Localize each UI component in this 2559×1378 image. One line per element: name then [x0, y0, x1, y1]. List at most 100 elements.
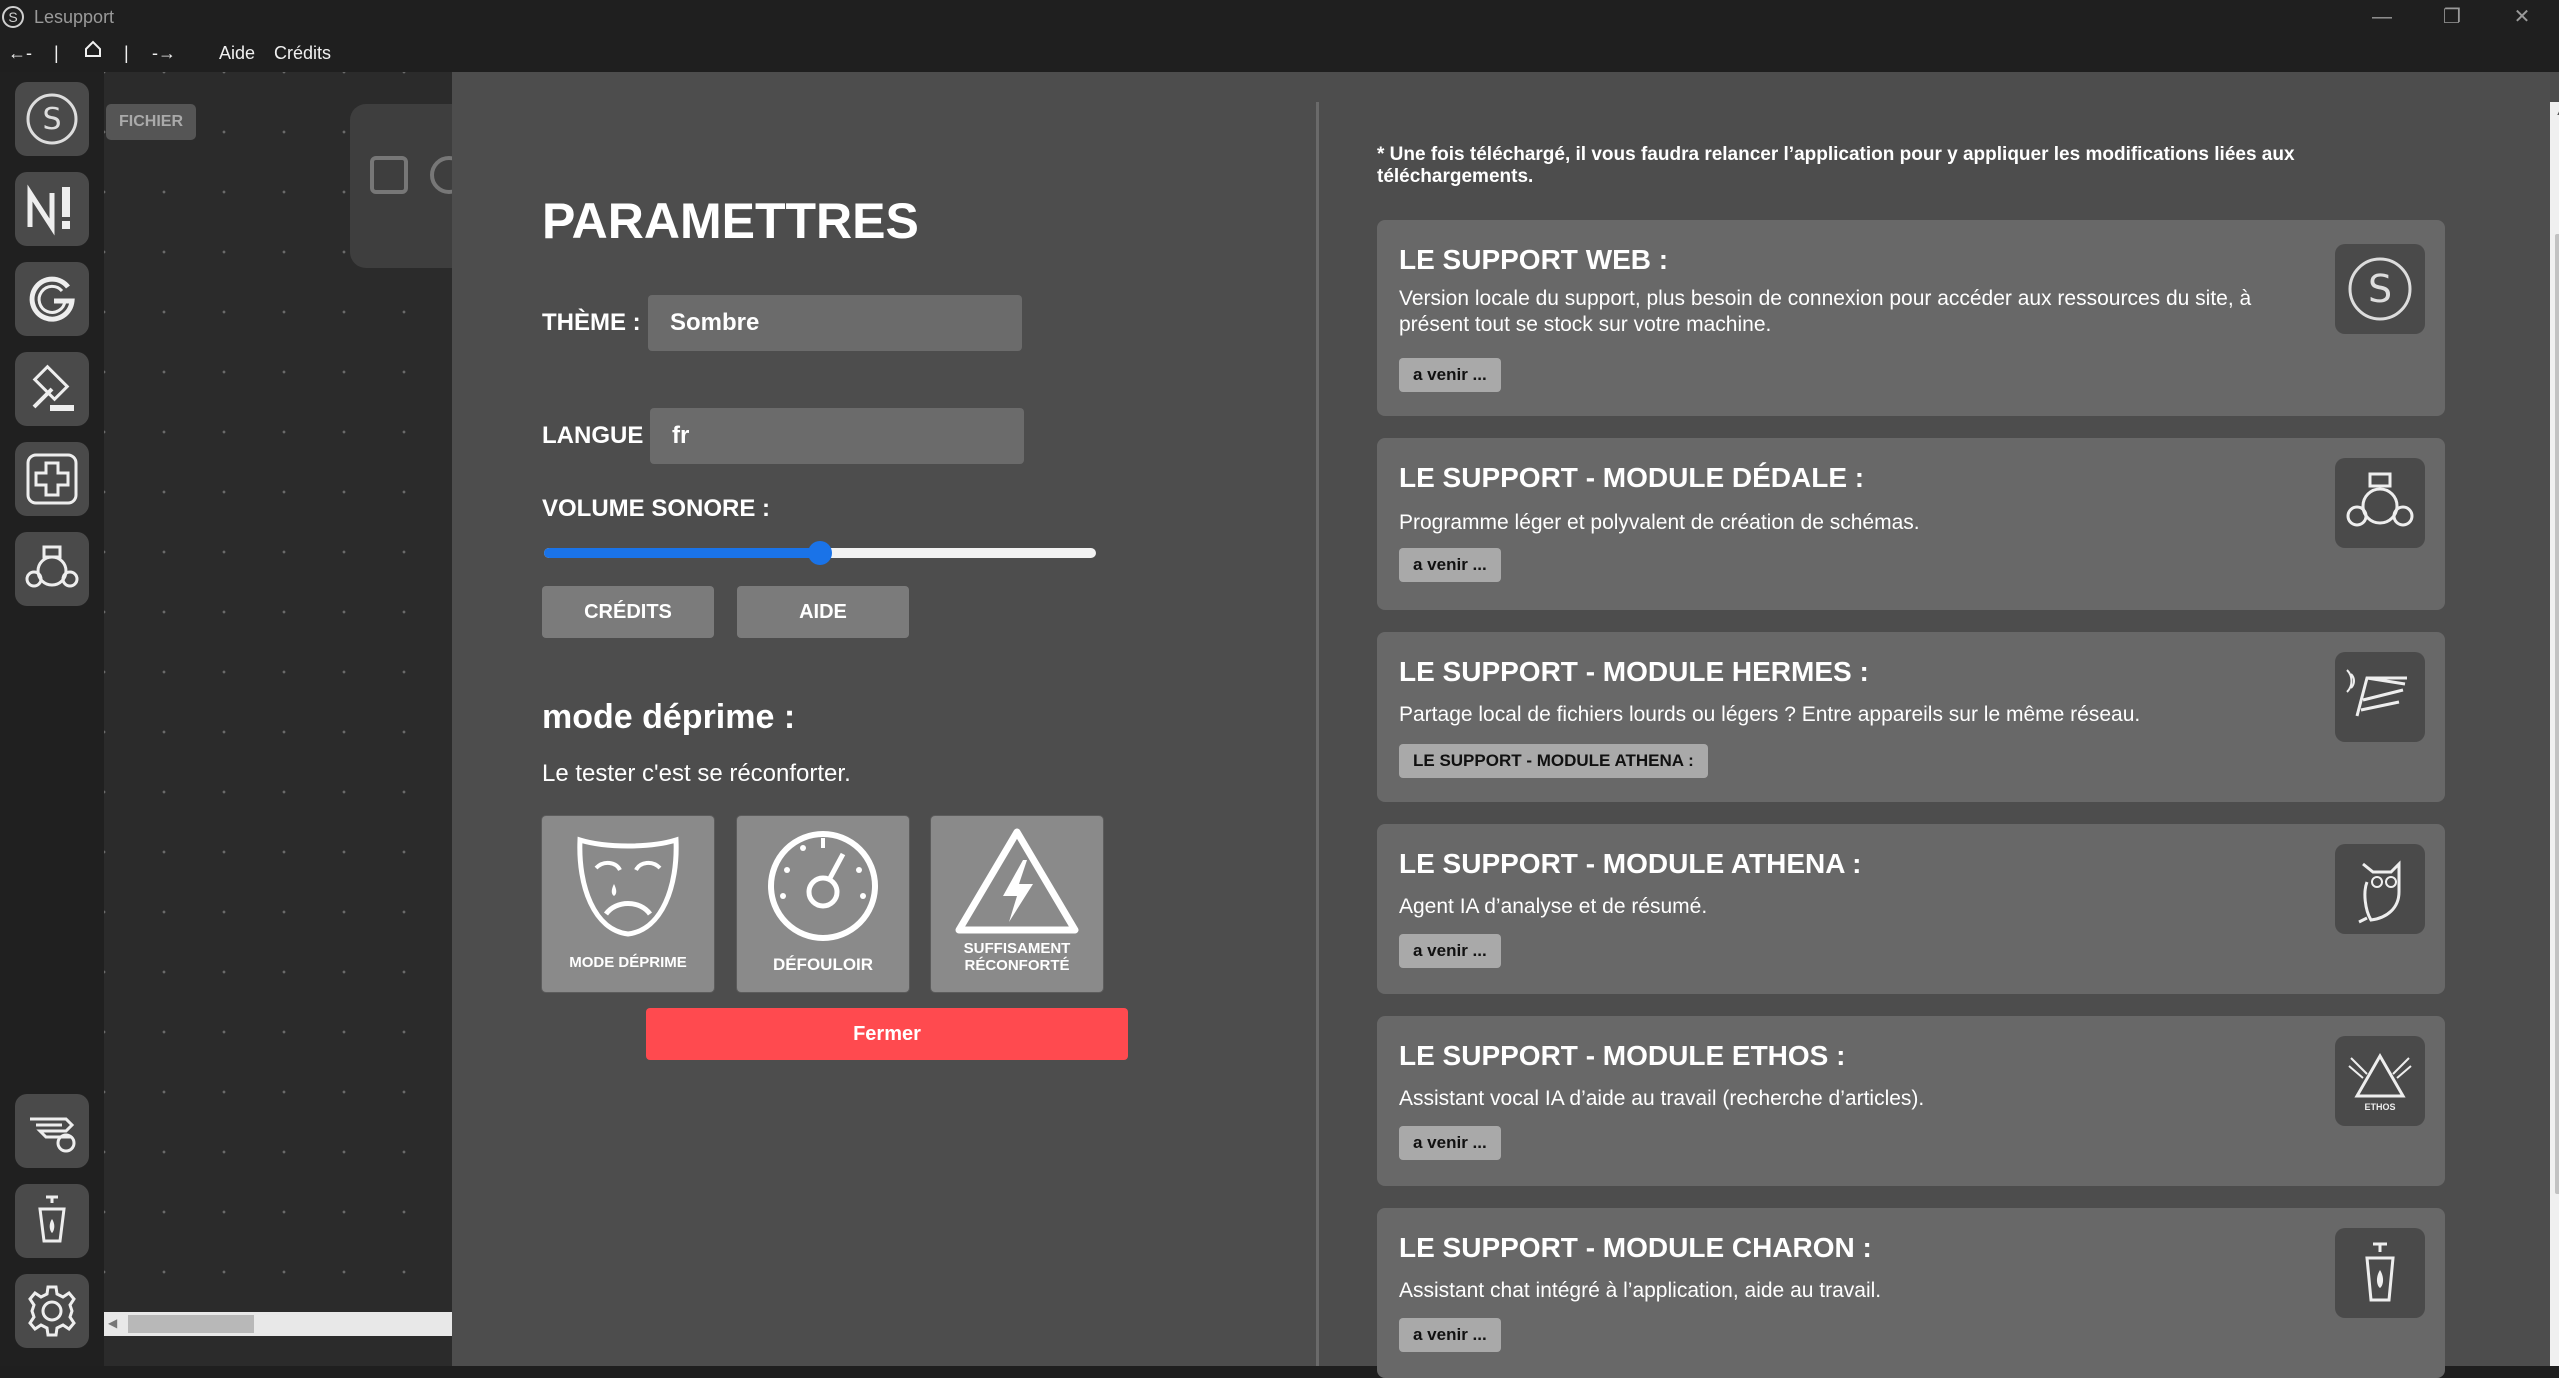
module-status-button[interactable]: a venir ... [1399, 358, 1501, 392]
credits-button[interactable]: CRÉDITS [542, 586, 714, 638]
theme-label: THÈME : [542, 309, 641, 336]
theme-select[interactable]: Sombre [648, 295, 1022, 351]
ethos-icon: ETHOS [2348, 1052, 2412, 1112]
scrollbar-thumb[interactable] [2555, 234, 2559, 1194]
module-status-button[interactable]: a venir ... [1399, 1126, 1501, 1160]
module-card-charon: LE SUPPORT - MODULE CHARON : Assistant c… [1377, 1208, 2445, 1378]
menu-aide[interactable]: Aide [219, 43, 255, 64]
module-card-athena: LE SUPPORT - MODULE ATHENA : Agent IA d’… [1377, 824, 2445, 994]
g-icon [29, 276, 75, 322]
lesupport-icon: S [26, 93, 78, 145]
menu-credits[interactable]: Crédits [274, 43, 331, 64]
scroll-left-icon[interactable]: ◀ [108, 1316, 117, 1330]
defouloir-card[interactable]: DÉFOULOIR [737, 816, 909, 992]
settings-panel: PARAMETTRES THÈME : Sombre LANGUE fr VOL… [452, 72, 2559, 1378]
volume-slider-fill [544, 548, 820, 558]
rail-g-button[interactable] [15, 262, 89, 336]
module-description: Agent IA d’analyse et de résumé. [1399, 895, 1708, 918]
scroll-up-icon[interactable]: ▲ [2555, 106, 2559, 118]
title-bar: S Lesupport — ❐ ✕ [0, 0, 2559, 36]
rail-dedale-button[interactable] [15, 532, 89, 606]
close-button[interactable]: Fermer [646, 1008, 1128, 1060]
volume-slider[interactable] [544, 541, 1096, 565]
module-title: LE SUPPORT - MODULE ETHOS : [1399, 1040, 1846, 1071]
high-voltage-icon [955, 828, 1079, 934]
rail-hermes-button[interactable] [15, 1094, 89, 1168]
module-title: LE SUPPORT WEB : [1399, 244, 1669, 275]
module-description: Assistant vocal IA d’aide au travail (re… [1399, 1087, 1925, 1110]
module-card-web: LE SUPPORT WEB : Version locale du suppo… [1377, 220, 2445, 416]
module-icon [2335, 458, 2425, 548]
module-status-button[interactable]: a venir ... [1399, 934, 1501, 968]
close-icon[interactable]: ✕ [2492, 0, 2552, 36]
module-title: LE SUPPORT - MODULE DÉDALE : [1399, 462, 1865, 493]
menu-separator: | [124, 43, 129, 63]
owl-icon [2358, 860, 2401, 924]
reconforte-card[interactable]: SUFFISAMENT RÉCONFORTÉ [931, 816, 1103, 992]
download-notice: * Une fois téléchargé, il vous faudra re… [1377, 144, 2295, 187]
rail-lesupport-button[interactable]: S [15, 82, 89, 156]
module-description: Partage local de fichiers lourds ou lége… [1399, 703, 2141, 726]
file-tab[interactable]: FICHIER [106, 104, 196, 140]
module-description: Assistant chat intégré à l’application, … [1399, 1279, 1882, 1302]
home-icon[interactable] [84, 40, 102, 63]
svg-text:S: S [2368, 267, 2392, 311]
lesupport-icon: S [2348, 257, 2412, 321]
forward-button[interactable]: -→ [152, 43, 176, 64]
charon-lantern-icon [38, 1195, 66, 1243]
page-title: PARAMETTRES [542, 193, 919, 249]
module-title: LE SUPPORT - MODULE HERMES : [1399, 656, 1869, 687]
mode-deprime-subtitle: Le tester c'est se réconforter. [542, 760, 851, 787]
rail-charon-button[interactable] [15, 1184, 89, 1258]
scrollbar-thumb[interactable] [128, 1315, 254, 1333]
module-title: LE SUPPORT - MODULE ATHENA : [1399, 848, 1862, 879]
rail-plus-button[interactable] [15, 442, 89, 516]
module-card-dedale: LE SUPPORT - MODULE DÉDALE : Programme l… [1377, 438, 2445, 610]
modules-pane[interactable]: * Une fois téléchargé, il vous faudra re… [1319, 72, 2559, 1378]
module-description: Programme léger et polyvalent de créatio… [1399, 511, 1920, 534]
menu-bar: ←- | | -→ Aide Crédits [0, 36, 2559, 72]
hermes-wing-icon [2346, 669, 2407, 717]
diagram-canvas[interactable]: FICHIER ◀ [104, 72, 470, 1366]
plus-icon [26, 453, 78, 505]
dedale-icon [2346, 472, 2414, 527]
module-icon: S [2335, 244, 2425, 334]
app-logo-icon: S [2, 6, 24, 28]
hermes-icon [30, 1117, 76, 1153]
gauge-icon [768, 831, 878, 941]
volume-slider-thumb[interactable] [808, 541, 832, 565]
gavel-icon [32, 364, 74, 411]
menu-separator: | [54, 43, 59, 63]
module-status-button[interactable]: a venir ... [1399, 1318, 1501, 1352]
rail-gavel-button[interactable] [15, 352, 89, 426]
language-select[interactable]: fr [650, 408, 1024, 464]
module-icon: ETHOS [2335, 1036, 2425, 1126]
module-icon [2335, 1228, 2425, 1318]
left-sidebar: S [0, 72, 104, 1366]
reconforte-label-line1: SUFFISAMENT [963, 940, 1071, 957]
module-status-button[interactable]: LE SUPPORT - MODULE ATHENA : [1399, 744, 1708, 778]
rail-settings-button[interactable] [15, 1274, 89, 1348]
vertical-scrollbar[interactable]: ▲ [2550, 102, 2559, 1366]
dedale-icon [25, 545, 79, 588]
mode-deprime-title: mode déprime : [542, 698, 796, 736]
module-icon [2335, 844, 2425, 934]
horizontal-scrollbar[interactable]: ◀ [104, 1312, 452, 1336]
restore-icon[interactable]: ❐ [2422, 0, 2482, 36]
alert-icon [27, 184, 70, 236]
window-title: Lesupport [34, 7, 115, 27]
ethos-icon-text: ETHOS [2364, 1102, 2395, 1112]
mode-deprime-card[interactable]: MODE DÉPRIME [542, 816, 714, 992]
module-status-button[interactable]: a venir ... [1399, 548, 1501, 582]
minimize-icon[interactable]: — [2352, 0, 2412, 36]
back-button[interactable]: ←- [8, 43, 32, 64]
svg-text:S: S [42, 102, 61, 137]
defouloir-label: DÉFOULOIR [772, 955, 874, 974]
lantern-icon [2365, 1242, 2395, 1302]
language-label: LANGUE [542, 422, 644, 449]
square-shape-icon[interactable] [370, 156, 408, 194]
settings-left-pane: PARAMETTRES THÈME : Sombre LANGUE fr VOL… [452, 72, 1318, 1366]
rail-alert-button[interactable] [15, 172, 89, 246]
module-icon [2335, 652, 2425, 742]
aide-button[interactable]: AIDE [737, 586, 909, 638]
